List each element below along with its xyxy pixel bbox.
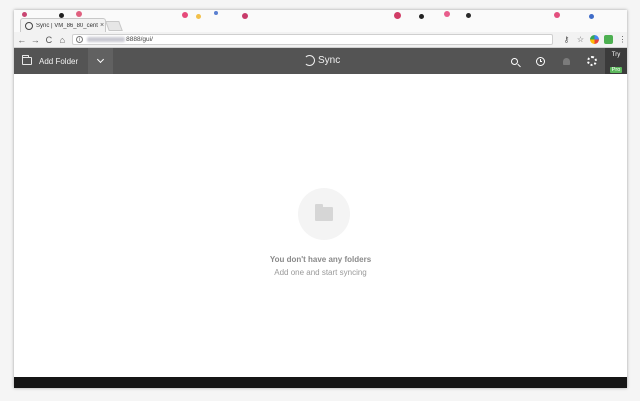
theme-decoration (466, 13, 471, 18)
try-label: Try (611, 52, 621, 58)
chevron-down-icon (96, 55, 105, 64)
empty-state-subtitle: Add one and start syncing (274, 268, 367, 277)
empty-state-illustration (298, 188, 350, 240)
new-tab-button[interactable] (105, 21, 123, 31)
clock-icon (535, 56, 545, 66)
theme-decoration (394, 12, 401, 19)
try-pro-button[interactable]: Try Pro (605, 48, 627, 74)
bookmark-star-icon[interactable]: ☆ (576, 35, 585, 44)
add-folder-dropdown-button[interactable] (88, 48, 113, 74)
folder-outline-icon (22, 55, 32, 65)
address-bar[interactable]: i 8888/gui/ (72, 34, 553, 45)
brand-name: Sync (318, 55, 341, 66)
tab-title: Sync | VM_86_80_cent (36, 22, 98, 29)
extension-green-icon[interactable] (603, 35, 613, 44)
bell-icon (562, 57, 570, 65)
desktop-frame: Sync | VM_86_80_cent × ← → C ⌂ i 8888/gu… (0, 0, 640, 401)
browser-title-strip: Sync | VM_86_80_cent × (14, 10, 627, 32)
sync-logo-icon (304, 55, 315, 66)
theme-decoration (76, 11, 82, 17)
history-button[interactable] (533, 54, 547, 68)
theme-decoration (419, 14, 424, 19)
main-content: You don't have any folders Add one and s… (14, 74, 627, 377)
brand-logo: Sync (304, 55, 340, 66)
empty-state-title: You don't have any folders (269, 255, 372, 264)
forward-arrow-icon[interactable]: → (30, 34, 42, 46)
settings-button[interactable] (585, 54, 599, 68)
theme-decoration (182, 12, 188, 18)
theme-decoration (589, 14, 594, 19)
theme-decoration (554, 12, 560, 18)
extension-chrome-icon[interactable] (589, 35, 599, 44)
site-info-icon[interactable]: i (76, 36, 84, 43)
browser-tab[interactable]: Sync | VM_86_80_cent × (20, 18, 106, 32)
folder-icon (315, 204, 333, 221)
sync-favicon-icon (25, 21, 33, 30)
notifications-button[interactable] (559, 54, 573, 68)
add-folder-label: Add Folder (39, 56, 79, 66)
search-icon (510, 57, 518, 65)
theme-decoration (242, 13, 248, 19)
browser-menu-icon[interactable]: ⋮ (618, 35, 627, 44)
add-folder-button[interactable]: Add Folder (14, 48, 88, 74)
browser-toolbar: ← → C ⌂ i 8888/gui/ ⚷ ☆ ⋮ (14, 32, 627, 48)
gear-icon (587, 56, 597, 66)
home-icon[interactable]: ⌂ (57, 34, 69, 46)
pro-badge: Pro (609, 67, 623, 73)
browser-window: Sync | VM_86_80_cent × ← → C ⌂ i 8888/gu… (14, 10, 627, 388)
theme-decoration (196, 14, 201, 19)
url-host-redacted (87, 37, 126, 42)
theme-decoration (214, 11, 218, 15)
theme-decoration (444, 11, 450, 17)
tab-close-icon[interactable]: × (100, 22, 104, 29)
back-arrow-icon[interactable]: ← (16, 34, 28, 46)
app-header: Add Folder Sync Try Pro (14, 48, 627, 74)
search-button[interactable] (507, 54, 521, 68)
extensions-area: ⚷ ☆ ⋮ (557, 35, 627, 44)
theme-decoration (22, 12, 27, 17)
key-icon[interactable]: ⚷ (562, 35, 571, 44)
bottom-bar (14, 377, 627, 388)
url-text: 8888/gui/ (126, 36, 153, 43)
reload-icon[interactable]: C (43, 34, 55, 46)
